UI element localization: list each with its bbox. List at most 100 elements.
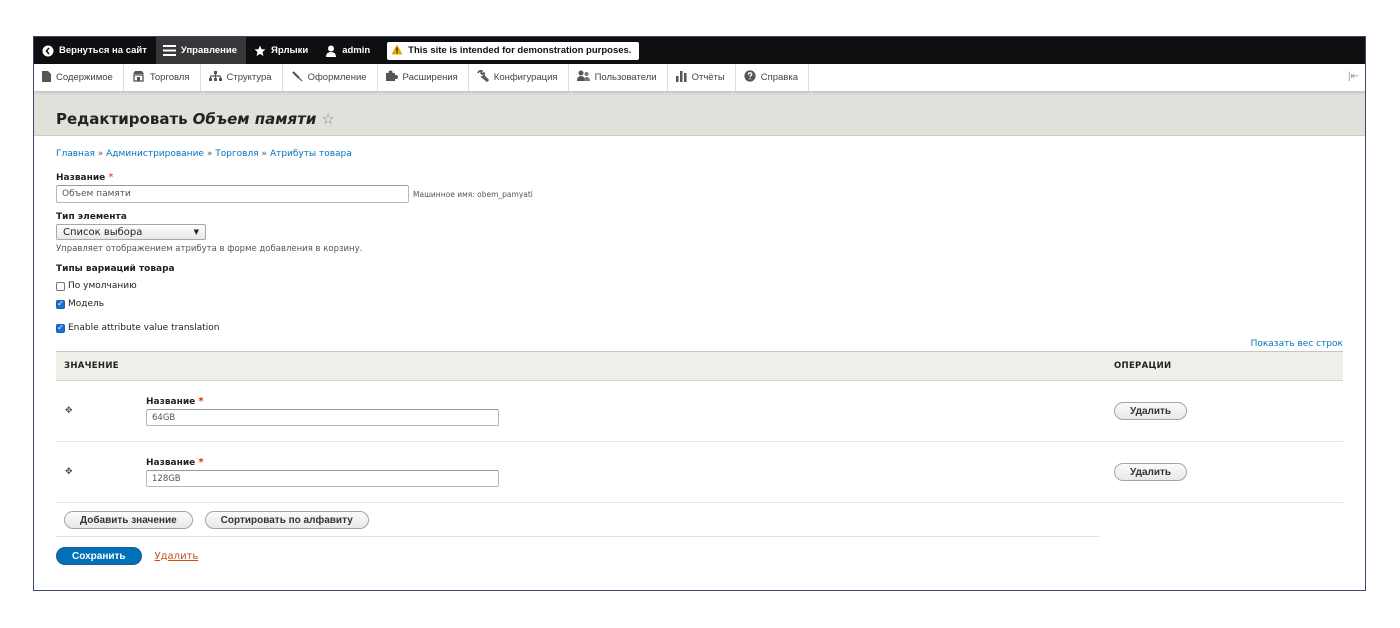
tray-item-people[interactable]: Пользователи xyxy=(569,64,668,91)
tray-label-extend: Расширения xyxy=(402,72,458,83)
table-actions: Добавить значение Сортировать по алфавит… xyxy=(56,503,1099,537)
delete-link[interactable]: Удалить xyxy=(155,551,199,562)
page-title: Редактировать Объем памяти ☆ xyxy=(56,110,1365,128)
bar-chart-icon xyxy=(675,70,687,85)
back-to-site-label: Вернуться на сайт xyxy=(59,45,147,56)
tray-label-config: Конфигурация xyxy=(493,72,558,83)
document-icon xyxy=(42,70,51,85)
users-icon xyxy=(576,70,590,85)
required-marker: * xyxy=(108,172,114,183)
value-input[interactable]: 128GB xyxy=(146,470,499,487)
breadcrumb-link[interactable]: Администрирование xyxy=(106,149,204,159)
save-button[interactable]: Сохранить xyxy=(56,547,142,565)
checkbox-label: По умолчанию xyxy=(68,281,137,291)
admin-tray: Содержимое Торговля Структура Оформление… xyxy=(34,64,1365,92)
checkbox-unchecked[interactable] xyxy=(56,281,65,291)
warning-icon xyxy=(391,44,403,58)
tray-item-commerce[interactable]: Торговля xyxy=(124,64,201,91)
table-row: ✥ Название * 64GB Удалить xyxy=(56,380,1343,442)
tray-collapse-icon[interactable]: |⇤ xyxy=(1348,71,1359,82)
puzzle-icon xyxy=(385,70,398,85)
shortcuts-label: Ярлыки xyxy=(271,45,309,56)
variation-types-field: Типы вариаций товара По умолчанию ✓ Моде… xyxy=(56,264,1343,310)
add-value-button[interactable]: Добавить значение xyxy=(64,511,193,529)
page-title-name: Объем памяти xyxy=(192,110,317,128)
name-label: Название xyxy=(56,173,106,183)
name-input[interactable]: Объем памяти xyxy=(56,185,409,203)
user-label: admin xyxy=(342,45,371,56)
name-field: Название * Объем памяти Машинное имя: ob… xyxy=(56,172,1343,203)
breadcrumb-link[interactable]: Атрибуты товара xyxy=(270,149,352,159)
value-label: Название * xyxy=(146,396,204,407)
tray-label-appearance: Оформление xyxy=(307,72,367,83)
element-type-label: Тип элемента xyxy=(56,212,127,222)
machine-name: Машинное имя: obem_pamyati xyxy=(413,189,533,199)
show-row-weights-link[interactable]: Показать вес строк xyxy=(1251,339,1343,349)
value-label: Название * xyxy=(146,457,204,468)
tray-label-commerce: Торговля xyxy=(149,72,190,83)
sort-alphabetically-button[interactable]: Сортировать по алфавиту xyxy=(204,511,369,529)
drag-handle-icon[interactable]: ✥ xyxy=(56,380,146,442)
user-icon xyxy=(324,44,337,57)
tray-label-people: Пользователи xyxy=(594,72,657,83)
chevron-left-circle-icon xyxy=(41,44,54,57)
page-header: Редактировать Объем памяти ☆ xyxy=(34,92,1365,136)
tray-item-content[interactable]: Содержимое xyxy=(34,64,124,91)
breadcrumb-link[interactable]: Торговля xyxy=(215,149,258,159)
element-type-value: Список выбора xyxy=(63,226,143,238)
values-section: Показать вес строк ЗНАЧЕНИЕ ОПЕРАЦИИ ✥ Н… xyxy=(56,339,1343,503)
sitemap-icon xyxy=(208,70,222,85)
translation-checkbox[interactable]: ✓ Enable attribute value translation xyxy=(56,322,1343,334)
checkbox-model[interactable]: ✓ Модель xyxy=(56,298,1343,310)
back-to-site-link[interactable]: Вернуться на сайт xyxy=(34,37,156,64)
checkbox-checked[interactable]: ✓ xyxy=(56,299,65,309)
breadcrumb-link[interactable]: Главная xyxy=(56,149,95,159)
table-row: ✥ Название * 128GB Удалить xyxy=(56,441,1343,503)
paintbrush-icon xyxy=(291,70,303,85)
column-header-operations: ОПЕРАЦИИ xyxy=(1106,351,1343,381)
breadcrumb-separator: » xyxy=(97,149,104,159)
variation-types-label: Типы вариаций товара xyxy=(56,264,175,274)
manage-label: Управление xyxy=(180,45,238,56)
store-icon xyxy=(132,70,145,85)
checkbox-label: Модель xyxy=(68,299,105,309)
checkbox-default[interactable]: По умолчанию xyxy=(56,280,1343,292)
tray-item-appearance[interactable]: Оформление xyxy=(283,64,378,91)
page-title-prefix: Редактировать xyxy=(56,110,188,128)
tray-label-structure: Структура xyxy=(226,72,272,83)
menu-icon xyxy=(162,44,176,57)
main-content: Главная » Администрирование » Торговля »… xyxy=(34,149,1365,565)
translation-label: Enable attribute value translation xyxy=(68,323,220,333)
value-input[interactable]: 64GB xyxy=(146,409,499,426)
tray-item-extend[interactable]: Расширения xyxy=(378,64,469,91)
breadcrumb-separator: » xyxy=(261,149,268,159)
delete-value-button[interactable]: Удалить xyxy=(1114,402,1188,420)
tray-item-reports[interactable]: Отчёты xyxy=(668,64,736,91)
manage-tab[interactable]: Управление xyxy=(155,37,247,64)
tray-item-config[interactable]: Конфигурация xyxy=(469,64,569,91)
admin-frame: Вернуться на сайт Управление Ярлыки admi… xyxy=(33,36,1366,591)
demo-message-text: This site is intended for demonstration … xyxy=(408,45,632,56)
star-icon xyxy=(253,44,266,57)
values-table: ЗНАЧЕНИЕ ОПЕРАЦИИ ✥ Название * 64GB Удал… xyxy=(56,351,1343,503)
element-type-description: Управляет отображением атрибута в форме … xyxy=(56,244,363,254)
wrench-icon xyxy=(477,70,489,85)
demo-message: This site is intended for demonstration … xyxy=(387,41,640,60)
shortcuts-tab[interactable]: Ярлыки xyxy=(246,37,317,64)
shortcut-star-icon[interactable]: ☆ xyxy=(321,110,334,128)
breadcrumb: Главная » Администрирование » Торговля »… xyxy=(56,149,1343,159)
tray-label-content: Содержимое xyxy=(56,72,113,83)
element-type-select[interactable]: Список выбора ▼ xyxy=(56,224,206,240)
form-actions: Сохранить Удалить xyxy=(56,547,1343,565)
tray-item-help[interactable]: Справка xyxy=(736,64,810,91)
admin-toolbar: Вернуться на сайт Управление Ярлыки admi… xyxy=(34,37,1365,64)
breadcrumb-separator: » xyxy=(206,149,213,159)
checkbox-checked[interactable]: ✓ xyxy=(56,323,65,333)
user-tab[interactable]: admin xyxy=(317,37,379,64)
tray-item-structure[interactable]: Структура xyxy=(201,64,283,91)
drag-handle-icon[interactable]: ✥ xyxy=(56,441,146,503)
tray-label-help: Справка xyxy=(760,72,799,83)
element-type-field: Тип элемента Список выбора ▼ Управляет о… xyxy=(56,212,1343,254)
delete-value-button[interactable]: Удалить xyxy=(1114,463,1188,481)
help-icon xyxy=(744,70,756,85)
